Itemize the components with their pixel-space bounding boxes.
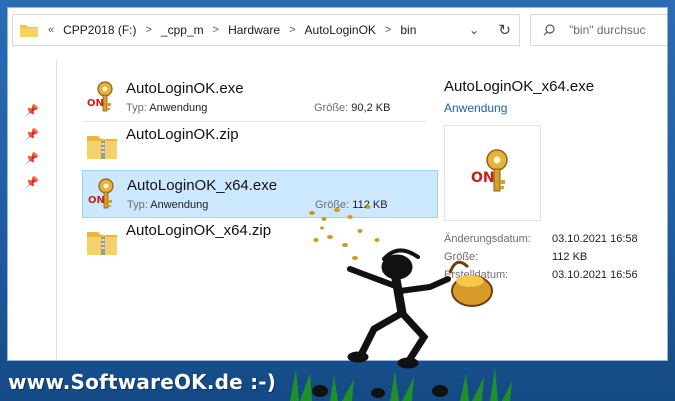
nav-pane-divider	[56, 60, 57, 360]
file-name: AutoLoginOK_x64.zip	[126, 222, 272, 239]
file-item[interactable]: AutoLoginOK.zip	[82, 122, 438, 170]
watermark-text: www.SoftwareOK.de :-)	[8, 370, 277, 394]
breadcrumb-drive[interactable]: CPP2018 (F:)	[63, 23, 136, 37]
key-app-icon: ON	[87, 177, 119, 211]
file-name: AutoLoginOK.exe	[126, 80, 244, 97]
list-divider	[82, 121, 426, 122]
breadcrumb-separator[interactable]: >	[145, 24, 151, 36]
breadcrumb-separator[interactable]: >	[213, 24, 219, 36]
breadcrumb-cpp-m[interactable]: _cpp_m	[161, 23, 204, 37]
file-name: AutoLoginOK.zip	[126, 126, 239, 143]
breadcrumb-hardware[interactable]: Hardware	[228, 23, 280, 37]
file-name: AutoLoginOK_x64.exe	[127, 177, 278, 194]
pin-icon[interactable]: 📌	[25, 128, 39, 141]
file-item[interactable]: ON AutoLoginOK.exe Typ: Anwendung Größe:…	[82, 74, 438, 122]
running-mascot-illustration	[290, 205, 512, 401]
search-input[interactable]: "bin" durchsuc	[530, 14, 667, 46]
breadcrumb-bin[interactable]: bin	[400, 23, 416, 37]
svg-text:ON: ON	[87, 98, 104, 109]
search-icon	[543, 24, 555, 36]
refresh-icon[interactable]: ↻	[498, 21, 511, 39]
breadcrumb-autologinok[interactable]: AutoLoginOK	[305, 23, 376, 37]
preview-type: Anwendung	[444, 101, 508, 115]
address-bar[interactable]: « CPP2018 (F:) > _cpp_m > Hardware > Aut…	[12, 14, 520, 46]
folder-icon	[20, 23, 38, 37]
search-placeholder: "bin" durchsuc	[569, 23, 646, 37]
key-app-icon: ON	[86, 80, 118, 114]
svg-text:ON: ON	[88, 195, 105, 206]
detail-value-modified: 03.10.2021 16:58	[552, 233, 638, 245]
file-size: Größe: 90,2 KB	[314, 102, 391, 114]
detail-value-size: 112 KB	[552, 251, 588, 263]
pin-icon[interactable]: 📌	[25, 176, 39, 189]
zip-folder-icon	[86, 224, 118, 258]
file-type: Typ: Anwendung	[127, 199, 209, 211]
zip-folder-icon	[86, 128, 118, 162]
breadcrumb-overflow[interactable]: «	[48, 24, 54, 36]
chevron-down-icon[interactable]: ⌄	[469, 23, 479, 37]
detail-value-created: 03.10.2021 16:56	[552, 269, 638, 281]
pin-icon[interactable]: 📌	[25, 152, 39, 165]
breadcrumb-separator[interactable]: >	[289, 24, 295, 36]
file-type: Typ: Anwendung	[126, 102, 208, 114]
svg-text:ON: ON	[471, 170, 495, 186]
breadcrumb-separator[interactable]: >	[385, 24, 391, 36]
preview-title: AutoLoginOK_x64.exe	[444, 78, 595, 95]
pin-icon[interactable]: 📌	[25, 104, 39, 117]
